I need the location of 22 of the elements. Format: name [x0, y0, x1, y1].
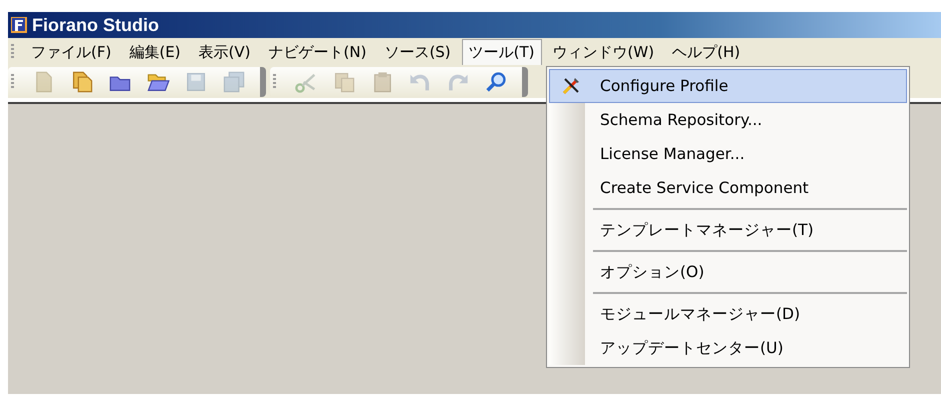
grip-handle[interactable] [11, 44, 14, 60]
menu-item[interactable]: テンプレートマネージャー(T) [549, 213, 907, 247]
grip-handle[interactable] [11, 74, 14, 90]
app-logo-icon [10, 16, 28, 34]
menu-item[interactable]: ナビゲート(N) [262, 38, 374, 66]
menu-item[interactable]: モジュールマネージャー(D) [549, 297, 907, 331]
tools-icon [561, 76, 581, 96]
menu-item[interactable]: アップデートセンター(U) [549, 331, 907, 365]
window-title: Fiorano Studio [32, 14, 159, 36]
menu-item[interactable]: オプション(O) [549, 255, 907, 289]
menu-item[interactable]: ウィンドウ(W) [546, 38, 662, 66]
menu-item[interactable]: Create Service Component [549, 171, 907, 205]
menu-item[interactable]: ソース(S) [377, 38, 458, 66]
menu-item[interactable]: 表示(V) [192, 38, 258, 66]
menu-item[interactable]: Configure Profile [549, 69, 907, 103]
menu-item[interactable]: ツール(T) [462, 39, 542, 65]
menu-item[interactable]: ファイル(F) [24, 38, 118, 66]
menu-item[interactable]: 編集(E) [122, 38, 188, 66]
grip-handle[interactable] [273, 74, 276, 90]
menu-item[interactable]: Schema Repository... [549, 103, 907, 137]
menu-item[interactable]: License Manager... [549, 137, 907, 171]
menu-item[interactable]: ヘルプ(H) [665, 38, 748, 66]
